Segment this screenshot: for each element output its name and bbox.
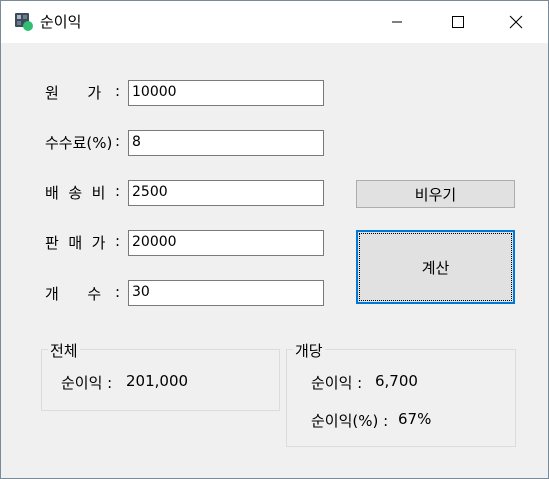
cost-label: 원 가 [45,84,102,102]
maximize-button[interactable] [435,1,481,43]
count-label: 개 수 [45,285,102,303]
each-rate-value: 67% [398,410,432,428]
window-title: 순이익 [40,13,82,31]
fee-colon: : [115,132,121,150]
total-group-title: 전체 [48,340,80,361]
clear-button-label: 비우기 [414,185,457,204]
total-group: 전체 순이익 : 201,000 [41,340,280,411]
fee-input[interactable]: 8 [128,130,324,156]
title-bar[interactable]: 순이익 [1,1,548,43]
each-group-title: 개당 [293,340,325,361]
clear-button[interactable]: 비우기 [356,180,515,208]
close-button[interactable] [493,1,539,43]
cost-colon: : [115,82,121,100]
each-profit-label: 순이익 : [311,374,363,392]
app-window: 순이익 원 가 : 10000 수수료(%) : 8 배 송 비 : 2500 … [0,0,549,479]
total-profit-value: 201,000 [126,372,189,390]
each-profit-value: 6,700 [375,372,418,390]
cost-input[interactable]: 10000 [128,80,324,106]
minimize-button[interactable] [374,1,420,43]
minimize-icon [392,21,402,23]
app-icon [15,13,33,31]
shipping-colon: : [115,182,121,200]
price-input[interactable]: 20000 [128,230,324,256]
price-label: 판 매 가 [45,234,106,252]
calculate-button[interactable]: 계산 [356,230,515,304]
count-input[interactable]: 30 [128,280,324,306]
count-colon: : [115,283,121,301]
maximize-icon [452,16,464,28]
shipping-input[interactable]: 2500 [128,180,324,206]
total-profit-label: 순이익 : [61,374,113,392]
price-colon: : [115,232,121,250]
focus-ring [359,233,512,301]
each-rate-label: 순이익(%) : [311,412,389,430]
each-group: 개당 순이익 : 6,700 순이익(%) : 67% [286,340,516,447]
shipping-label: 배 송 비 [45,184,106,202]
fee-label: 수수료(%) [45,134,113,152]
close-icon [509,15,523,29]
